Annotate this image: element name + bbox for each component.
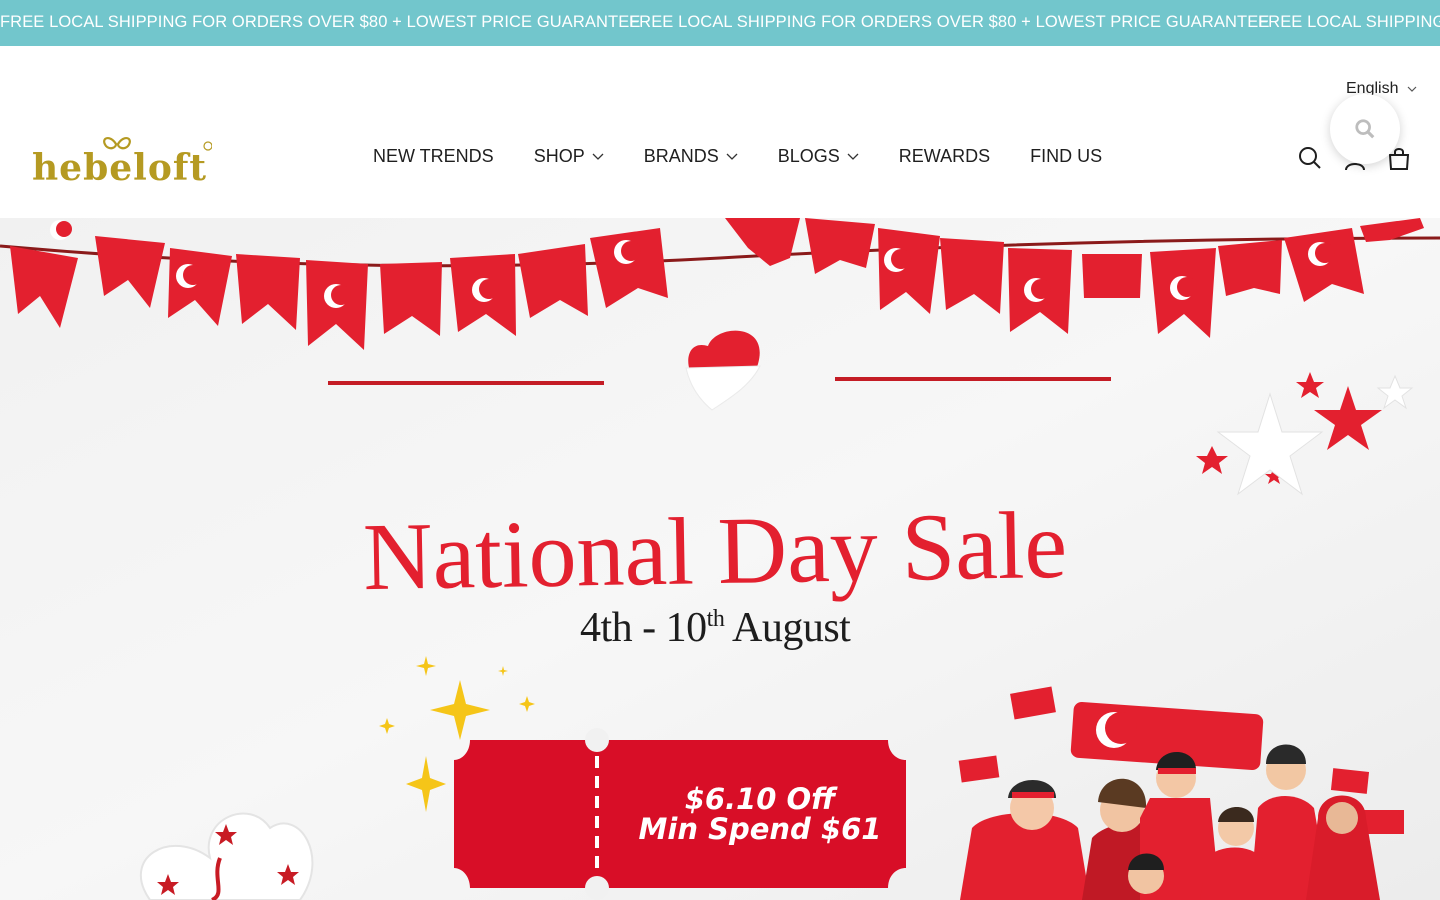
hero-title: National Day Sale xyxy=(362,491,1068,610)
announcement-text: FREE LOCAL SHIPPING FO xyxy=(1258,13,1440,31)
nav-item-blogs[interactable]: BLOGS xyxy=(778,146,859,167)
nav-item-new-trends[interactable]: NEW TRENDS xyxy=(373,146,494,167)
sale-dates: 4th - 10th August xyxy=(580,604,851,652)
dates-sup: th xyxy=(706,606,725,632)
logo-text: hebeloft xyxy=(32,147,207,186)
nav-label: FIND US xyxy=(1030,146,1103,166)
dates-main: 4th - 10 xyxy=(580,605,707,651)
chevron-down-icon xyxy=(726,153,738,160)
nav-label: BRANDS xyxy=(643,146,719,166)
search-icon xyxy=(1355,119,1375,139)
site-header: hebeloft NEW TRENDS SHOP BRANDS BLOGS RE… xyxy=(0,46,1440,218)
main-nav: NEW TRENDS SHOP BRANDS BLOGS REWARDS FIN… xyxy=(373,146,1142,167)
logo-graphic: hebeloft xyxy=(32,137,213,189)
nav-item-rewards[interactable]: REWARDS xyxy=(899,146,990,167)
nav-item-find-us[interactable]: FIND US xyxy=(1030,146,1102,167)
voucher-line2: Min Spend $61 xyxy=(638,812,882,846)
logo[interactable]: hebeloft xyxy=(32,132,213,189)
voucher-line1: $6.10 Off xyxy=(684,782,836,816)
nav-label: NEW TRENDS xyxy=(373,146,494,166)
announcement-bar: FREE LOCAL SHIPPING FOR ORDERS OVER $80 … xyxy=(0,0,1440,46)
nav-item-brands[interactable]: BRANDS xyxy=(644,146,738,167)
announcement-text: FREE LOCAL SHIPPING FOR ORDERS OVER $80 … xyxy=(629,13,1270,31)
search-icon[interactable] xyxy=(1298,146,1322,170)
nav-item-shop[interactable]: SHOP xyxy=(534,146,604,167)
chevron-down-icon xyxy=(847,153,859,160)
announcement-text: FREE LOCAL SHIPPING FOR ORDERS OVER $80 … xyxy=(0,13,641,31)
floating-search-button[interactable] xyxy=(1330,94,1400,164)
nav-label: BLOGS xyxy=(777,146,840,166)
nav-label: REWARDS xyxy=(898,146,991,166)
hero-banner[interactable]: National Day Sale 4th - 10th August $6.1… xyxy=(0,218,1440,900)
voucher-offer: $6.10 Off Min Spend $61 xyxy=(620,784,900,844)
dates-month: August xyxy=(724,605,851,651)
nav-label: SHOP xyxy=(533,146,585,166)
chevron-down-icon xyxy=(592,153,604,160)
chevron-down-icon xyxy=(1408,86,1417,92)
